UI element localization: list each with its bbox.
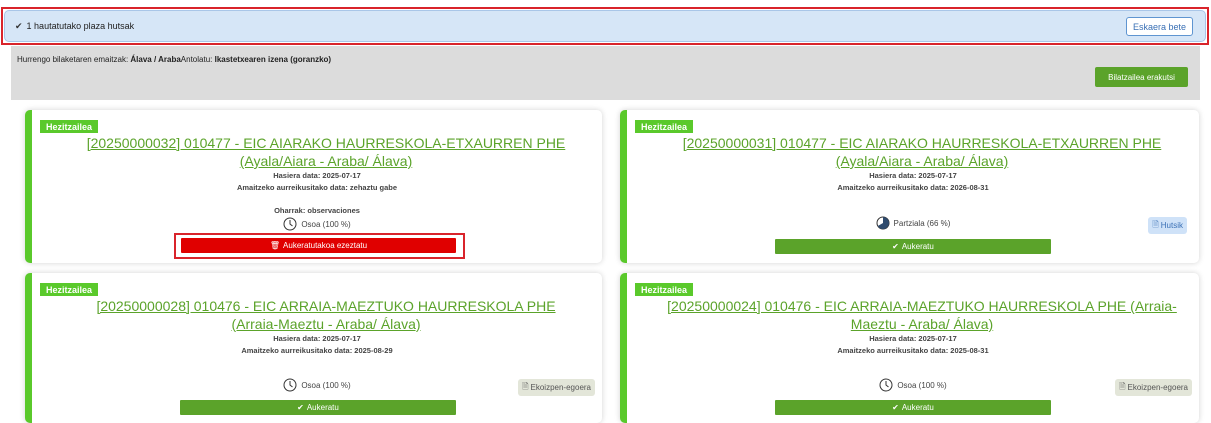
start-date: Hasiera data: 2025-07-17 [869,171,957,180]
empty-status-button[interactable]: 🗎 Hutsik [1148,217,1187,234]
document-icon: 🗎 [1119,381,1126,391]
production-status-button[interactable]: 🗎 Ekoizpen-egoera [518,379,595,396]
document-icon: 🗎 [1152,219,1159,229]
sort-value: Ikastetxearen izena (goranzko) [214,55,332,64]
status-row: Osoa (100 %) [627,378,1199,392]
clock-icon [879,378,893,392]
status-label: Partziala (66 %) [893,218,951,228]
end-date: Amaitzeko aurreikusitako data: 2026-08-3… [837,183,989,192]
position-card: Hezitzailea [20250000031] 010477 - EIC A… [620,110,1199,263]
fulfill-request-button[interactable]: Eskaera bete [1126,17,1193,36]
start-date: Hasiera data: 2025-07-17 [869,334,957,343]
check-icon: ✔ [892,242,899,251]
partial-clock-icon [876,216,890,230]
role-badge: Hezitzailea [635,120,694,133]
check-icon: ✔ [297,403,304,412]
role-badge: Hezitzailea [40,283,99,296]
notification-bar: ✔ 1 hautatutako plaza hutsak Eskaera bet… [4,10,1206,42]
end-date: Amaitzeko aurreikusitako data: 2025-08-2… [241,346,393,355]
cancel-highlight [174,233,465,259]
production-status-label: Ekoizpen-egoera [1127,383,1188,392]
position-card: Hezitzailea [20250000028] 010476 - EIC A… [25,273,602,423]
select-button[interactable]: ✔ Aukeratu [180,400,456,415]
filter-summary: Hurrengo bilaketaren emaitzak: Álava / A… [17,55,331,64]
check-icon: ✔ [15,20,23,31]
end-date: Amaitzeko aurreikusitako data: 2025-08-3… [837,346,989,355]
card-title-link[interactable]: [20250000031] 010477 - EIC AIARAKO HAURR… [667,134,1177,170]
sort-label: Antolatu: [180,55,215,64]
role-badge: Hezitzailea [635,283,694,296]
select-label: Aukeratu [901,403,934,412]
empty-status-label: Hutsik [1160,221,1183,230]
position-card: Hezitzailea [20250000024] 010476 - EIC A… [620,273,1199,423]
role-badge: Hezitzailea [40,120,99,133]
select-button[interactable]: ✔ Aukeratu [775,239,1051,254]
status-label: Osoa (100 %) [301,219,351,229]
production-status-button[interactable]: 🗎 Ekoizpen-egoera [1115,379,1192,396]
filter-location: Álava / Araba [130,55,181,64]
clock-icon [283,378,297,392]
card-title-link[interactable]: [20250000028] 010476 - EIC ARRAIA-MAEZTU… [72,297,580,333]
select-button[interactable]: ✔ Aukeratu [775,400,1051,415]
status-row: Osoa (100 %) [32,378,602,392]
notes: Oharrak: observaciones [274,206,360,215]
select-label: Aukeratu [901,242,934,251]
position-card: Hezitzailea [20250000032] 010477 - EIC A… [25,110,602,263]
show-search-button[interactable]: Bilatzailea erakutsi [1095,67,1188,87]
card-title-link[interactable]: [20250000024] 010476 - EIC ARRAIA-MAEZTU… [667,297,1177,333]
filter-prefix: Hurrengo bilaketaren emaitzak: [17,55,131,64]
document-icon: 🗎 [522,381,529,391]
start-date: Hasiera data: 2025-07-17 [273,334,361,343]
end-date: Amaitzeko aurreikusitako data: zehaztu g… [236,183,398,192]
clock-icon [283,217,297,231]
status-label: Osoa (100 %) [301,380,351,390]
notification-text: 1 hautatutako plaza hutsak [26,21,135,31]
status-row: Partziala (66 %) [627,216,1199,230]
select-label: Aukeratu [306,403,339,412]
card-title-link[interactable]: [20250000032] 010477 - EIC AIARAKO HAURR… [72,134,580,170]
status-row: Osoa (100 %) [32,217,602,231]
start-date: Hasiera data: 2025-07-17 [273,171,361,180]
check-icon: ✔ [892,403,899,412]
production-status-label: Ekoizpen-egoera [530,383,591,392]
status-label: Osoa (100 %) [897,380,947,390]
filter-panel: Hurrengo bilaketaren emaitzak: Álava / A… [11,46,1200,100]
